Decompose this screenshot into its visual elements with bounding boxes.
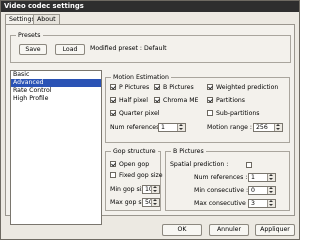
checkbox-unchecked-icon [110, 172, 116, 178]
min-gop-size-spinbox[interactable]: 10 [142, 185, 160, 194]
motion-range-value: 256 [256, 124, 268, 131]
list-item-selected[interactable]: Advanced [11, 79, 101, 87]
checkbox-checked-icon [110, 97, 116, 103]
max-gop-size-spinbox[interactable]: 50 [142, 198, 160, 207]
max-consecutive-spinbox[interactable]: 3 [248, 199, 276, 208]
spin-arrows-icon[interactable] [177, 124, 185, 131]
b-num-references-value: 1 [251, 174, 255, 181]
num-references-value: 1 [161, 124, 165, 131]
sub-partitions-checkbox[interactable]: Sub-partitions [207, 110, 260, 118]
min-consecutive-spinbox[interactable]: 0 [248, 186, 276, 195]
spin-arrows-icon[interactable] [151, 186, 159, 193]
p-pictures-label: P Pictures [119, 84, 150, 91]
partitions-checkbox[interactable]: Partitions [207, 97, 245, 105]
motion-range-spinbox[interactable]: 256 [253, 123, 283, 132]
motion-estimation-group: Motion Estimation P Pictures B Pictures … [105, 74, 290, 143]
dialog-body: Settings About Presets Save Load Modifie… [1, 12, 299, 239]
checkbox-checked-icon [154, 84, 160, 90]
fixed-gop-size-checkbox[interactable]: Fixed gop size [110, 172, 163, 180]
settings-page: Presets Save Load Modified preset : Defa… [5, 24, 295, 225]
weighted-prediction-checkbox[interactable]: Weighted prediction [207, 84, 278, 92]
min-consecutive-value: 0 [251, 187, 255, 194]
max-consecutive-value: 3 [251, 200, 255, 207]
partitions-label: Partitions [216, 97, 246, 104]
save-preset-button[interactable]: Save [19, 44, 47, 55]
load-preset-button[interactable]: Load [55, 44, 85, 55]
checkbox-checked-icon [207, 84, 213, 90]
apply-button[interactable]: Appliquer [255, 224, 295, 236]
list-item[interactable]: Rate Control [11, 87, 101, 95]
p-pictures-checkbox[interactable]: P Pictures [110, 84, 149, 92]
half-pixel-checkbox[interactable]: Half pixel [110, 97, 148, 105]
window-title: Video codec settings [1, 1, 299, 12]
b-pictures-title: B Pictures [171, 148, 206, 155]
checkbox-unchecked-icon [207, 110, 213, 116]
list-item[interactable]: Basic [11, 71, 101, 79]
checkbox-checked-icon [207, 97, 213, 103]
max-consecutive-label: Max consecutive : [194, 200, 250, 207]
quarter-pixel-label: Quarter pixel [119, 110, 160, 117]
weighted-prediction-label: Weighted prediction [216, 84, 279, 91]
spin-arrows-icon[interactable] [151, 199, 159, 206]
checkbox-checked-icon [110, 110, 116, 116]
spin-arrows-icon[interactable] [267, 200, 275, 207]
b-num-references-label: Num references : [194, 174, 248, 181]
num-references-spinbox[interactable]: 1 [158, 123, 186, 132]
min-consecutive-label: Min consecutive : [194, 187, 249, 194]
b-pictures-checkbox[interactable]: B Pictures [154, 84, 194, 92]
checkbox-checked-icon [110, 161, 116, 167]
quarter-pixel-checkbox[interactable]: Quarter pixel [110, 110, 160, 118]
checkbox-checked-icon [110, 84, 116, 90]
cancel-button[interactable]: Annuler [209, 224, 249, 236]
b-num-references-spinbox[interactable]: 1 [248, 173, 276, 182]
codec-settings-window: Video codec settings Settings About Pres… [0, 0, 300, 240]
presets-title: Presets [16, 32, 43, 39]
b-pictures-label: B Pictures [163, 84, 194, 91]
tab-about[interactable]: About [33, 14, 60, 24]
spin-arrows-icon[interactable] [267, 174, 275, 181]
motion-title: Motion Estimation [111, 74, 171, 81]
fixed-gop-size-label: Fixed gop size [119, 172, 163, 179]
spatial-prediction-label: Spatial prediction : [170, 161, 229, 168]
list-item[interactable]: High Profile [11, 95, 101, 103]
gop-structure-group: Gop structure Open gop Fixed gop size Mi… [105, 148, 163, 211]
spatial-prediction-checkbox[interactable] [246, 162, 252, 168]
num-references-label: Num references : [110, 124, 164, 131]
spin-arrows-icon[interactable] [274, 124, 282, 131]
open-gop-label: Open gop [119, 161, 150, 168]
b-pictures-group: B Pictures Spatial prediction : Num refe… [165, 148, 290, 211]
gop-title: Gop structure [111, 148, 158, 155]
motion-range-label: Motion range : [207, 124, 252, 131]
checkbox-checked-icon [154, 97, 160, 103]
preset-status: Modified preset : Default [90, 45, 167, 52]
presets-group: Presets Save Load Modified preset : Defa… [10, 32, 291, 63]
chroma-me-label: Chroma ME [163, 97, 199, 104]
category-list[interactable]: Basic Advanced Rate Control High Profile [10, 70, 102, 225]
sub-partitions-label: Sub-partitions [216, 110, 260, 117]
chroma-me-checkbox[interactable]: Chroma ME [154, 97, 198, 105]
ok-button[interactable]: OK [162, 224, 202, 236]
half-pixel-label: Half pixel [119, 97, 148, 104]
spin-arrows-icon[interactable] [267, 187, 275, 194]
open-gop-checkbox[interactable]: Open gop [110, 161, 149, 169]
